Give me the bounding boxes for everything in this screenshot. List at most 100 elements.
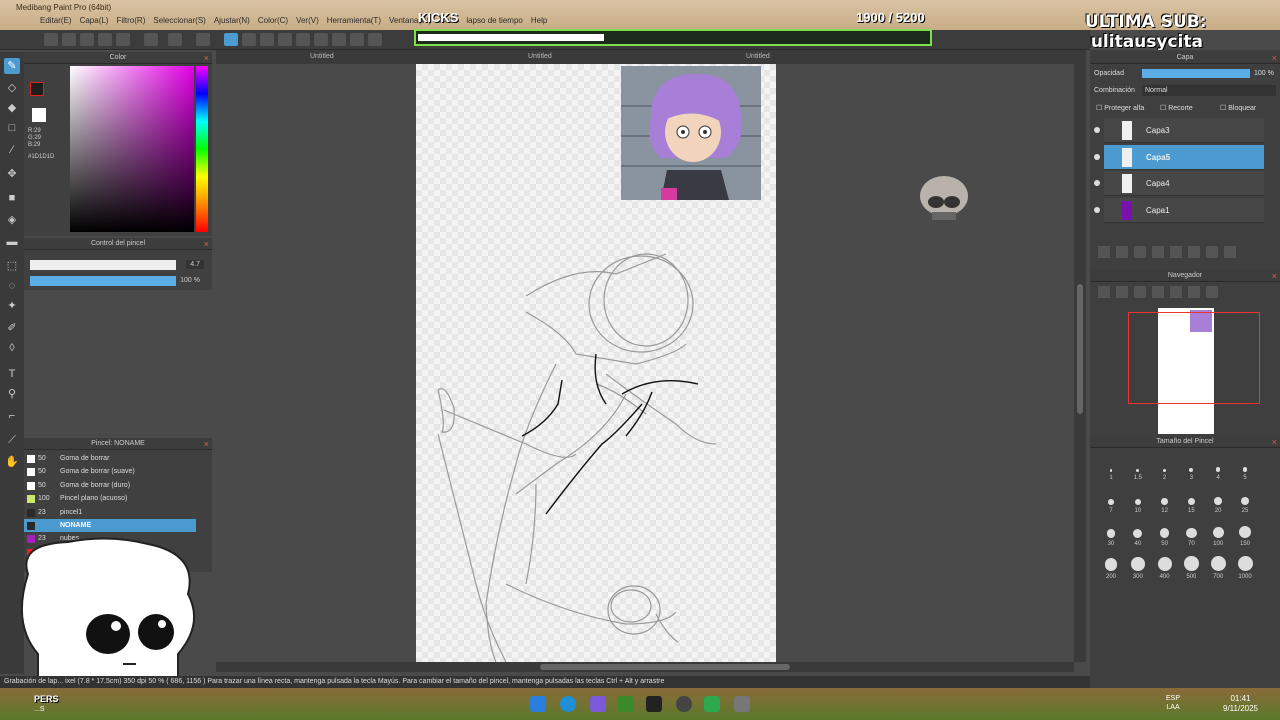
snap-curve-icon[interactable] (332, 33, 346, 46)
add-8bit-layer-icon[interactable] (1152, 246, 1164, 258)
brush-item[interactable]: 50 Goma de borrar (24, 452, 196, 465)
zoom-out-icon[interactable] (1152, 286, 1164, 298)
brush-size-option[interactable]: 100 (1205, 522, 1231, 556)
bucket-tool-icon[interactable]: ◈ (4, 212, 20, 228)
discord-icon[interactable] (590, 696, 606, 712)
close-icon[interactable]: × (1272, 270, 1277, 282)
lock-checkbox[interactable]: ☐ Bloquear (1220, 104, 1256, 112)
brush-size-option[interactable]: 70 (1178, 522, 1204, 556)
brush-size-option[interactable]: 5 (1232, 456, 1258, 490)
visibility-icon[interactable] (1094, 127, 1100, 133)
fill-rect-icon[interactable]: ■ (4, 190, 20, 206)
add-layer-icon[interactable] (1098, 246, 1110, 258)
vertical-scrollbar[interactable] (1074, 64, 1086, 662)
menu-item-7[interactable]: Herramienta(T) (327, 16, 381, 25)
fit-icon[interactable] (1134, 286, 1146, 298)
visibility-icon[interactable] (1094, 153, 1100, 160)
pen-tool-icon[interactable]: ✎ (4, 58, 20, 74)
snap-parallel-icon[interactable] (242, 33, 256, 46)
horizontal-scrollbar[interactable] (216, 662, 1074, 672)
brush-size-option[interactable]: 7 (1098, 489, 1124, 523)
brush-size-option[interactable]: 500 (1178, 555, 1204, 589)
menu-item-4[interactable]: Ajustar(N) (214, 16, 250, 25)
hue-slider[interactable] (196, 66, 208, 232)
move-tool-icon[interactable]: ✥ (4, 166, 20, 182)
rect-tool-icon[interactable]: □ (4, 120, 20, 136)
protect-alpha-checkbox[interactable]: ☐ Proteger alfa (1096, 104, 1144, 112)
capcut-icon[interactable] (646, 696, 662, 712)
brush-size-option[interactable]: 10 (1125, 489, 1151, 523)
vertical-scroll-thumb[interactable] (1077, 284, 1083, 414)
brush-size-option[interactable]: 400 (1152, 555, 1178, 589)
brush-size-option[interactable]: 15 (1178, 489, 1204, 523)
operation-tool-icon[interactable]: ⚲ (4, 386, 20, 402)
redo-icon[interactable] (168, 33, 182, 46)
lasso-icon[interactable]: ◌ (4, 278, 20, 294)
rotate-reset-icon[interactable] (1188, 286, 1200, 298)
snap-radial-icon[interactable] (296, 33, 310, 46)
brush-opacity-slider[interactable] (30, 276, 176, 286)
new-icon[interactable] (44, 33, 58, 46)
layer-row[interactable]: Capa3 (1094, 118, 1264, 143)
menu-item-10[interactable]: lapso de tiempo (466, 16, 522, 25)
brush-item[interactable]: 50 Goma de borrar (duro) (24, 479, 196, 492)
menu-item-3[interactable]: Seleccionar(S) (153, 16, 205, 25)
rotate-left-icon[interactable] (1170, 286, 1182, 298)
brush-size-option[interactable]: 200 (1098, 555, 1124, 589)
add-1bit-layer-icon[interactable] (1134, 246, 1146, 258)
select-rect-icon[interactable]: ⬚ (4, 258, 20, 274)
brush-size-option[interactable]: 300 (1125, 555, 1151, 589)
delete-layer-icon[interactable] (1224, 246, 1236, 258)
horizontal-scroll-thumb[interactable] (540, 664, 790, 670)
brush-item[interactable]: NONAME (24, 519, 196, 532)
brush-size-option[interactable]: 25 (1232, 489, 1258, 523)
snap-grid-icon[interactable] (260, 33, 274, 46)
menu-item-11[interactable]: Help (531, 16, 547, 25)
brush-item[interactable]: 100 Pincel plano (acuoso) (24, 492, 196, 505)
close-icon[interactable]: × (1272, 52, 1277, 64)
system-clock[interactable]: 01:41 9/11/2025 (1223, 694, 1258, 714)
brush-size-value[interactable]: 4.7 (186, 260, 204, 269)
background-color-swatch[interactable] (32, 108, 46, 122)
layer-row[interactable]: Capa5 (1094, 144, 1264, 170)
close-icon[interactable]: × (204, 438, 209, 450)
close-icon[interactable]: × (1272, 436, 1277, 448)
undo-icon[interactable] (144, 33, 158, 46)
obs-icon[interactable] (676, 696, 692, 712)
layer-row[interactable]: Capa4 (1094, 171, 1264, 196)
brush-size-option[interactable]: 12 (1152, 489, 1178, 523)
brush-size-option[interactable]: 30 (1098, 522, 1124, 556)
visibility-icon[interactable] (1094, 206, 1100, 213)
duplicate-layer-icon[interactable] (1188, 246, 1200, 258)
saturation-value-picker[interactable] (70, 66, 194, 232)
brush-item[interactable]: 50 Goma de borrar (suave) (24, 465, 196, 478)
folder-icon[interactable] (1170, 246, 1182, 258)
layout-icon[interactable] (116, 33, 130, 46)
brush-size-option[interactable]: 1.5 (1125, 456, 1151, 490)
divide-tool-icon[interactable]: ⟋ (4, 432, 20, 448)
tab-3[interactable]: Untitled (746, 53, 770, 60)
start-icon[interactable] (530, 696, 546, 712)
merge-layer-icon[interactable] (1206, 246, 1218, 258)
select-pen-icon[interactable]: ✐ (4, 320, 20, 336)
select-eraser-icon[interactable]: ◊ (4, 340, 20, 356)
snap-off-icon[interactable] (224, 33, 238, 46)
zoom-icon[interactable] (1098, 286, 1110, 298)
navigator-viewport-frame[interactable] (1128, 312, 1260, 404)
canvas-workspace[interactable] (216, 64, 1080, 662)
navigator-preview[interactable] (1090, 300, 1280, 436)
save-icon[interactable] (80, 33, 94, 46)
menu-item-6[interactable]: Ver(V) (296, 16, 319, 25)
close-icon[interactable]: × (204, 238, 209, 250)
snap-ring-icon[interactable] (350, 33, 364, 46)
language-indicator[interactable]: ESP LAA (1166, 694, 1180, 712)
brush-size-option[interactable]: 20 (1205, 489, 1231, 523)
text-tool-icon[interactable]: T (4, 366, 20, 382)
tab-2[interactable]: Untitled (528, 53, 552, 60)
flip-icon[interactable] (1206, 286, 1218, 298)
foreground-color-swatch[interactable] (30, 82, 44, 96)
layer-row[interactable]: Capa1 (1094, 197, 1264, 223)
brush-size-option[interactable]: 1000 (1232, 555, 1258, 589)
menu-item-0[interactable]: Editar(E) (40, 16, 72, 25)
medibang-icon[interactable] (734, 696, 750, 712)
